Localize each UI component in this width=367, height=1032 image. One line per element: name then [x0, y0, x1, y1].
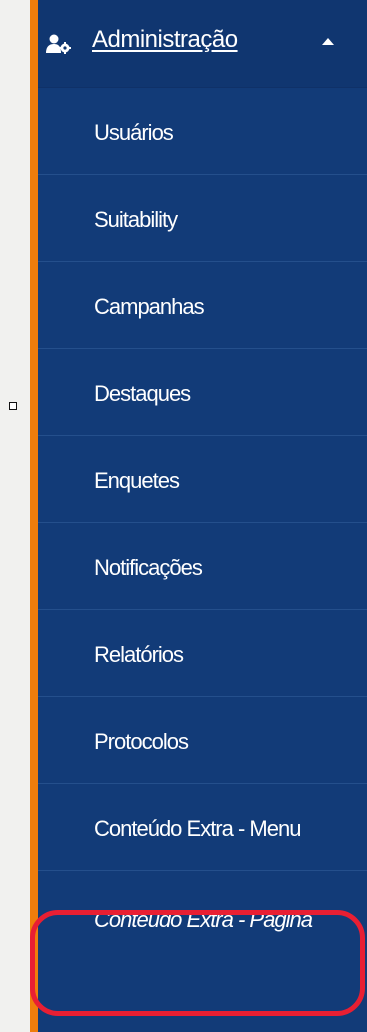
submenu-item-destaques[interactable]: Destaques — [38, 349, 367, 436]
submenu-item-notificacoes[interactable]: Notificações — [38, 523, 367, 610]
submenu-item-enquetes[interactable]: Enquetes — [38, 436, 367, 523]
submenu-item-relatorios[interactable]: Relatórios — [38, 610, 367, 697]
menu-group-administracao[interactable]: Administração — [38, 0, 367, 88]
sidebar-menu: Administração Usuários Suitability Campa… — [38, 0, 367, 1032]
submenu-item-conteudo-extra-menu[interactable]: Conteúdo Extra - Menu — [38, 784, 367, 871]
submenu-item-label[interactable]: Conteúdo Extra - Menu — [94, 816, 301, 842]
accent-bar — [30, 0, 38, 1032]
submenu-list: Usuários Suitability Campanhas Destaques… — [38, 88, 367, 989]
submenu-item-suitability[interactable]: Suitability — [38, 175, 367, 262]
submenu-item-label[interactable]: Enquetes — [94, 468, 180, 494]
page: Administração Usuários Suitability Campa… — [0, 0, 367, 1032]
submenu-item-label[interactable]: Suitability — [94, 207, 178, 233]
submenu-item-protocolos[interactable]: Protocolos — [38, 697, 367, 784]
submenu-item-usuarios[interactable]: Usuários — [38, 88, 367, 175]
submenu-item-label[interactable]: Relatórios — [94, 642, 184, 668]
submenu-item-label[interactable]: Destaques — [94, 381, 191, 407]
submenu-item-conteudo-extra-pagina[interactable]: Conteúdo Extra - Página — [38, 871, 367, 989]
submenu-item-campanhas[interactable]: Campanhas — [38, 262, 367, 349]
left-gutter — [0, 0, 30, 1032]
submenu-item-label[interactable]: Conteúdo Extra - Página — [94, 899, 314, 940]
resize-handle[interactable] — [9, 402, 17, 410]
caret-up-icon[interactable] — [322, 38, 334, 45]
submenu-item-label[interactable]: Notificações — [94, 555, 203, 581]
submenu-item-label[interactable]: Usuários — [94, 120, 174, 146]
submenu-item-label[interactable]: Protocolos — [94, 729, 189, 755]
menu-group-label[interactable]: Administração — [92, 26, 238, 54]
user-gear-icon — [46, 34, 71, 54]
submenu-item-label[interactable]: Campanhas — [94, 294, 205, 320]
